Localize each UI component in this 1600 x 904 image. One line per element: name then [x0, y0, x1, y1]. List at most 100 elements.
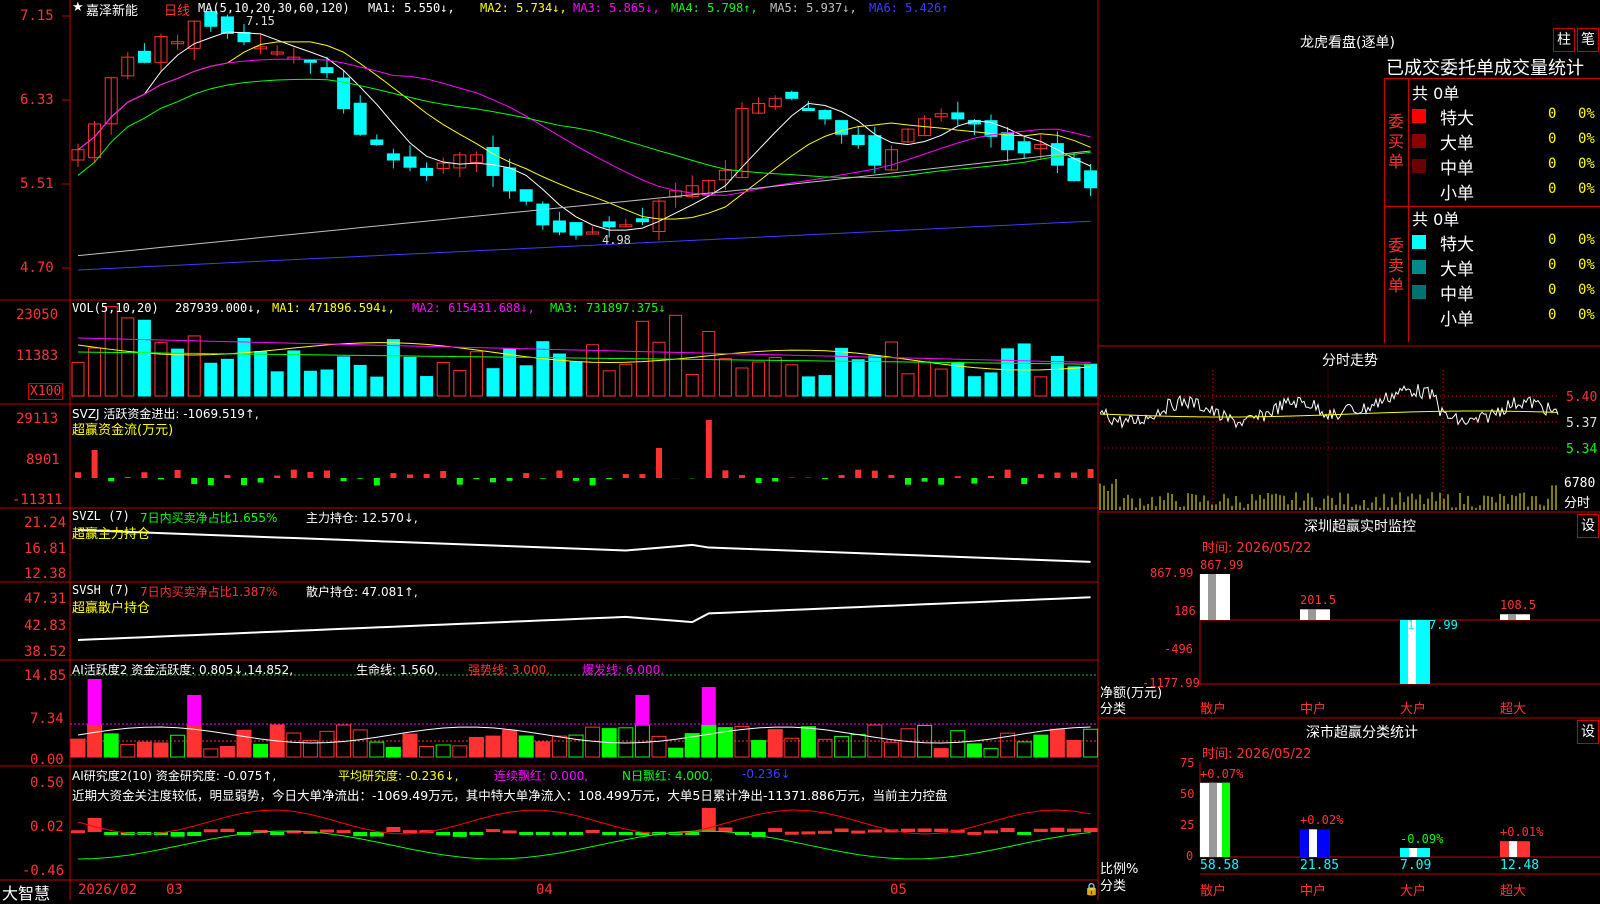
flow-bar: [291, 470, 297, 478]
research-bar: [536, 832, 550, 835]
svzl-axis-3: 12.38: [24, 566, 66, 582]
activity-bar: [503, 730, 517, 757]
activity-bar: [519, 736, 533, 757]
ma-line-2: [78, 42, 1091, 219]
monitor-bar-shade: [1208, 574, 1216, 620]
flow-bar: [772, 478, 778, 481]
buy-total: 共 0单: [1412, 80, 1459, 104]
volume-bar: [354, 365, 366, 396]
ai-active-axis-3: 0.00: [30, 752, 64, 768]
flow-bar: [307, 472, 313, 478]
volume-bar: [520, 366, 532, 396]
research-bar: [337, 830, 351, 833]
volume-bar: [454, 371, 466, 396]
volume-bar: [188, 336, 200, 396]
activity-bar: [1017, 742, 1031, 757]
sell-label-0: 特大: [1440, 230, 1474, 255]
classify-settings-button[interactable]: 设: [1577, 720, 1599, 744]
monitor-axis-3: -496: [1164, 642, 1193, 656]
svzj-axis-3: -11311: [12, 492, 63, 508]
vol-title: VOL(5,10,20): [72, 301, 159, 315]
vol-ma3: MA3: 731897.375↓: [550, 301, 666, 315]
ma-line-5: [78, 151, 1091, 256]
sell-side-label: 委卖单: [1388, 236, 1404, 296]
research-bar: [934, 829, 948, 832]
monitor-value-1: 201.5: [1300, 593, 1336, 607]
flow-bar: [855, 470, 861, 478]
monitor-value-2: -1177.99: [1400, 618, 1458, 632]
activity-bar: [934, 749, 948, 757]
low-price-label: 4.98: [602, 233, 631, 247]
volume-bar: [736, 368, 748, 396]
activity-bar: [171, 735, 185, 757]
svzl-holding: 主力持仓: 12.570↓,: [306, 509, 418, 526]
monitor-value-0: 867.99: [1200, 558, 1243, 572]
flow-bar: [175, 470, 181, 478]
chart-area[interactable]: [0, 0, 1600, 900]
buy-swatch-0: [1412, 109, 1426, 123]
bar-mode-button[interactable]: 柱: [1553, 28, 1575, 52]
activity-bar: [552, 736, 566, 757]
volume-bar: [1068, 367, 1080, 396]
activity-bar: [669, 748, 683, 757]
volume-bar: [985, 373, 997, 396]
activity-bar: [403, 734, 417, 757]
volume-bar: [836, 348, 848, 396]
candle: [603, 222, 615, 227]
monitor-category-2: 大户: [1400, 698, 1426, 717]
period-label[interactable]: 日线: [164, 0, 190, 19]
volume-bar: [487, 369, 499, 396]
sell-label-2: 中单: [1440, 280, 1474, 305]
activity-spike: [702, 687, 716, 725]
flow-bar: [523, 473, 529, 478]
candle: [421, 168, 433, 175]
monitor-settings-button[interactable]: 设: [1577, 514, 1599, 538]
tick-mode-button[interactable]: 笔: [1577, 28, 1599, 52]
flow-bar: [988, 476, 994, 478]
ai-research-axis-1: 0.50: [30, 775, 64, 791]
vol-value: 287939.000↓,: [175, 301, 262, 315]
activity-bar: [237, 730, 251, 757]
flow-bar: [1005, 470, 1011, 478]
research-bar: [768, 828, 782, 832]
flow-bar: [473, 478, 479, 479]
research-bar: [171, 832, 185, 837]
classify-category: 分类: [1100, 875, 1126, 894]
research-bar: [503, 830, 517, 833]
candle: [371, 140, 383, 145]
svzj-sub: 超赢资金流(万元): [72, 419, 173, 438]
classify-change-3: +0.01%: [1500, 825, 1543, 839]
stock-name[interactable]: 嘉泽新能: [86, 0, 138, 19]
research-bar: [1034, 829, 1048, 832]
activity-bar: [652, 736, 666, 757]
volume-bar: [404, 357, 416, 396]
activity-bar: [469, 737, 483, 757]
brand-logo[interactable]: 大智慧: [2, 880, 50, 904]
candle: [802, 109, 814, 111]
flow-bar: [158, 478, 164, 479]
activity-bar: [121, 745, 135, 757]
avg-research-line: [78, 831, 1091, 859]
flow-bar: [722, 470, 728, 478]
volume-bar: [885, 342, 897, 396]
lock-icon[interactable]: 🔒: [1084, 882, 1099, 896]
lhb-divider: [1408, 78, 1409, 342]
intraday-axis-3: 5.34: [1566, 442, 1597, 457]
research-bar: [1067, 829, 1081, 832]
monitor-axis-1: 867.99: [1150, 566, 1193, 580]
svsh-axis-3: 38.52: [24, 644, 66, 660]
flow-bar: [1054, 473, 1060, 478]
flow-bar: [490, 478, 496, 482]
ma6-readout: MA6: 5.426↑: [869, 1, 948, 15]
ma1-readout: MA1: 5.550↓,: [368, 1, 455, 15]
flow-bar: [108, 478, 114, 481]
activity-bar: [735, 727, 749, 757]
buy-label-3: 小单: [1440, 179, 1474, 204]
ai-research-nred: N日飘红: 4.000,: [622, 767, 713, 784]
activity-bar: [104, 734, 118, 757]
volume-bar: [304, 371, 316, 396]
volume-bars: [72, 307, 1097, 396]
flow-bar: [75, 472, 81, 478]
ai-research-title: AI研究度2(10) 资金研究度: -0.075↑,: [72, 767, 276, 784]
activity-bar: [137, 742, 151, 757]
